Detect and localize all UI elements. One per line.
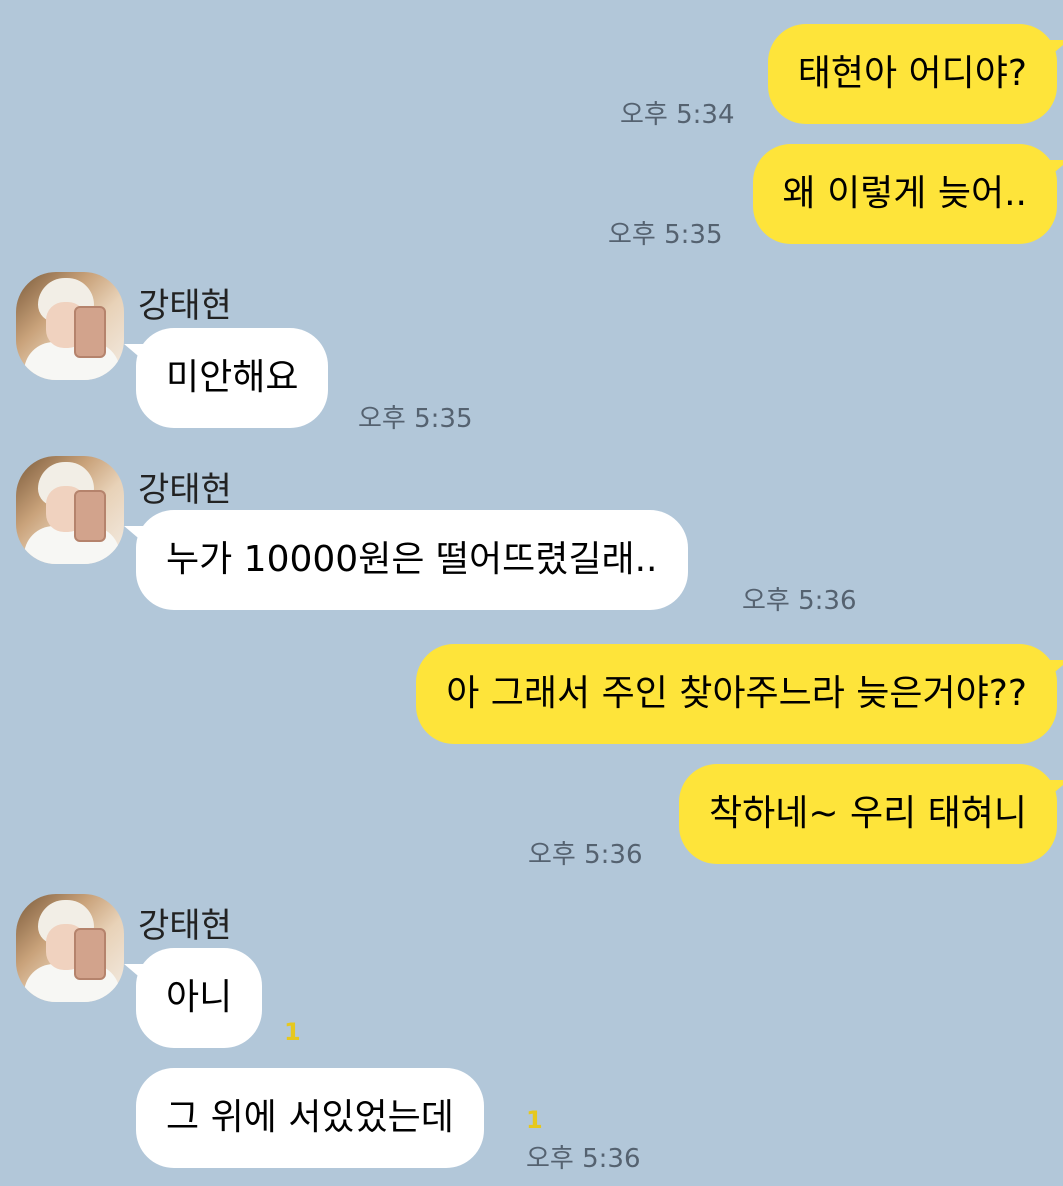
message-timestamp: 오후 5:35 (608, 220, 723, 250)
message-text: 왜 이렇게 늦어.. (782, 173, 1028, 214)
sender-name: 강태현 (138, 470, 232, 510)
message-text: 누가 10000원은 떨어뜨렸길래.. (166, 539, 658, 580)
contact-avatar[interactable] (16, 894, 124, 1002)
their-message-bubble[interactable]: 아니 (124, 948, 263, 1048)
bubble-tail (1043, 660, 1063, 682)
my-message-bubble[interactable]: 아 그래서 주인 찾아주느라 늦은거야?? (416, 644, 1063, 744)
sender-name: 강태현 (138, 906, 232, 946)
message-text: 아 그래서 주인 찾아주느라 늦은거야?? (446, 673, 1027, 714)
my-message-bubble[interactable]: 태현아 어디야? (767, 24, 1063, 124)
bubble-tail (124, 964, 150, 986)
message-timestamp: 오후 5:36 (526, 1144, 641, 1174)
unread-count: 1 (526, 1106, 543, 1134)
message-text: 아니 (166, 977, 233, 1018)
message-timestamp: 오후 5:34 (620, 100, 735, 130)
unread-count: 1 (284, 1018, 301, 1046)
sender-name: 강태현 (138, 286, 232, 326)
contact-avatar[interactable] (16, 456, 124, 564)
bubble-tail (1043, 160, 1063, 182)
message-timestamp: 오후 5:35 (358, 404, 473, 434)
my-message-bubble[interactable]: 착하네~ 우리 태혀니 (678, 764, 1063, 864)
avatar-phone (74, 306, 106, 358)
bubble-tail (124, 344, 150, 366)
their-message-bubble[interactable]: 누가 10000원은 떨어뜨렸길래.. (124, 510, 688, 610)
avatar-phone (74, 490, 106, 542)
message-text: 착하네~ 우리 태혀니 (708, 793, 1027, 834)
message-text: 그 위에 서있었는데 (166, 1097, 454, 1138)
my-message-bubble[interactable]: 왜 이렇게 늦어.. (752, 144, 1063, 244)
bubble-tail (1043, 40, 1063, 62)
message-timestamp: 오후 5:36 (528, 840, 643, 870)
bubble-tail (124, 526, 150, 548)
contact-avatar[interactable] (16, 272, 124, 380)
their-message-bubble[interactable]: 미안해요 (124, 328, 329, 428)
bubble-tail (1043, 780, 1063, 802)
message-timestamp: 오후 5:36 (742, 586, 857, 616)
their-message-bubble[interactable]: 그 위에 서있었는데 (136, 1068, 484, 1168)
message-text: 태현아 어디야? (797, 53, 1027, 94)
message-text: 미안해요 (166, 357, 299, 398)
avatar-phone (74, 928, 106, 980)
